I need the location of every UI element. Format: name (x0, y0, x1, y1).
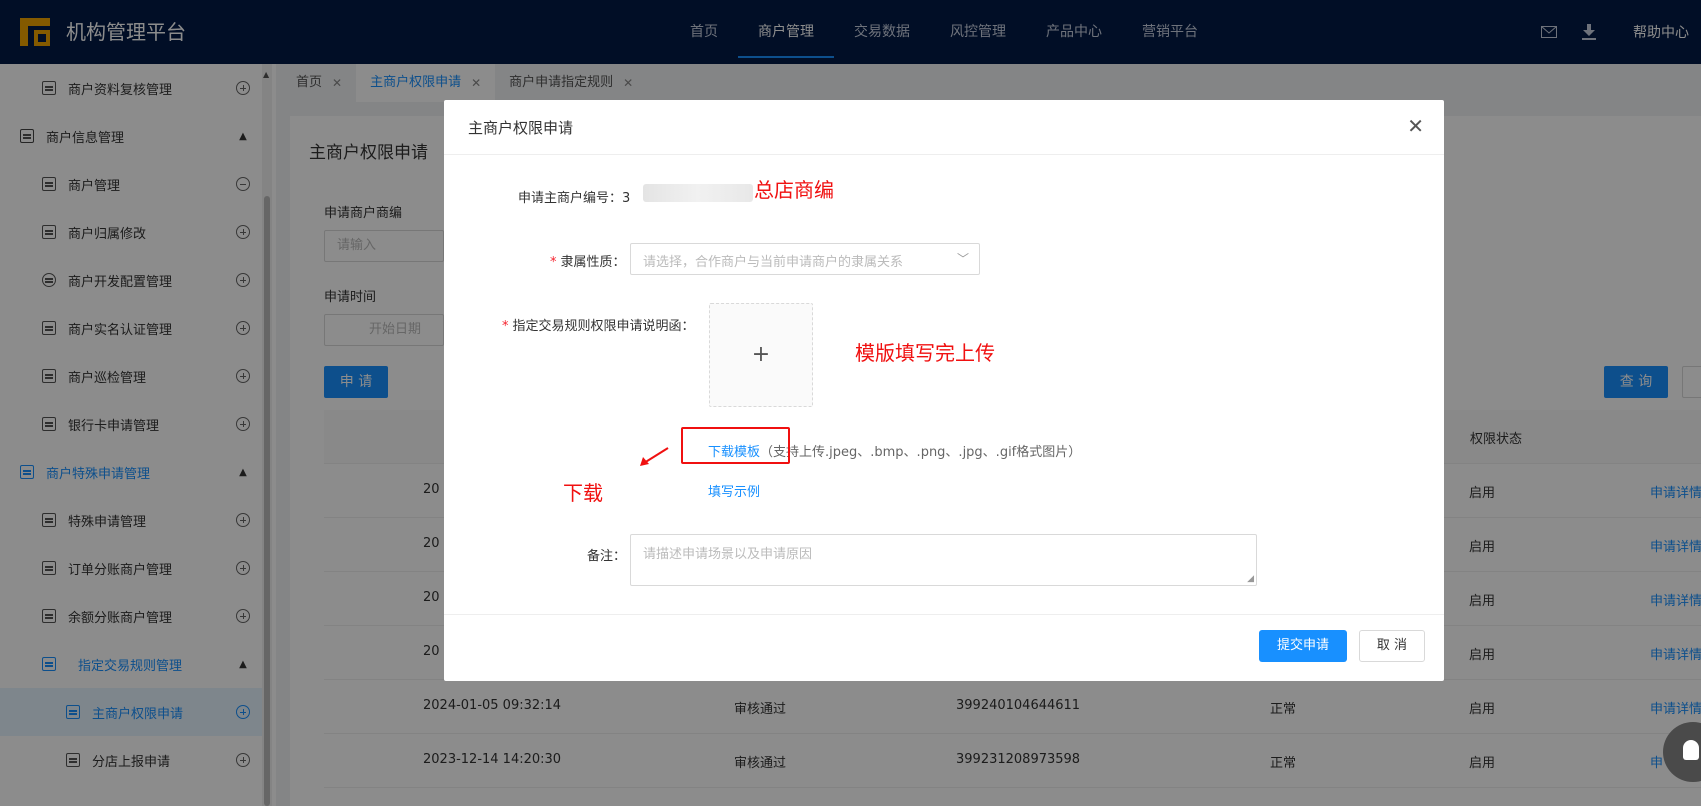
permission-apply-dialog: 主商户权限申请 ✕ 申请主商户编号：3 * 隶属性质： 请选择，合作商户与当前申请… (444, 100, 1444, 681)
chevron-down-icon: ﹀ (956, 252, 969, 266)
ghost-icon (1683, 740, 1699, 760)
remark-label: 备注： (587, 549, 627, 564)
label-text: 指定交易规则权限申请说明函： (512, 319, 695, 334)
annotation-upload-note: 模版填写完上传 (855, 341, 995, 365)
cancel-button[interactable]: 取 消 (1359, 630, 1425, 662)
merchant-no-label: 申请主商户编号：3 (518, 187, 630, 206)
dialog-header: 主商户权限申请 ✕ (444, 100, 1444, 155)
image-upload-area[interactable]: + (709, 303, 813, 407)
submit-button[interactable]: 提交申请 (1259, 630, 1347, 662)
dialog-footer: 提交申请 取 消 (444, 614, 1444, 681)
affiliation-select[interactable]: 请选择，合作商户与当前申请商户的隶属关系 ﹀ (630, 243, 980, 275)
affiliation-label: * 隶属性质： (550, 255, 626, 270)
annotation-head-store-code: 总店商编 (754, 178, 834, 202)
annotation-download-note: 下载 (563, 481, 603, 505)
fill-example-link[interactable]: 填写示例 (708, 481, 760, 500)
label-text: 隶属性质： (560, 255, 626, 270)
textarea-placeholder: 请描述申请场景以及申请原因 (643, 547, 813, 562)
label-text: 申请主商户编号： (518, 191, 623, 206)
redacted-merchant-no (643, 184, 753, 202)
annotation-highlight-box (681, 427, 790, 464)
annotation-arrow-icon (640, 447, 669, 466)
rule-letter-label: * 指定交易规则权限申请说明函： (502, 319, 695, 334)
dialog-title: 主商户权限申请 (468, 119, 574, 137)
format-hint: （支持上传.jpeg、.bmp、.png、.jpg、.gif格式图片） (760, 445, 1082, 460)
remark-textarea[interactable]: 请描述申请场景以及申请原因 ◢ (630, 534, 1257, 586)
plus-icon: + (751, 342, 771, 367)
resize-handle-icon[interactable]: ◢ (1247, 574, 1254, 584)
merchant-no-value: 3 (622, 191, 631, 206)
select-placeholder: 请选择，合作商户与当前申请商户的隶属关系 (643, 255, 904, 270)
close-icon[interactable]: ✕ (1407, 114, 1424, 138)
